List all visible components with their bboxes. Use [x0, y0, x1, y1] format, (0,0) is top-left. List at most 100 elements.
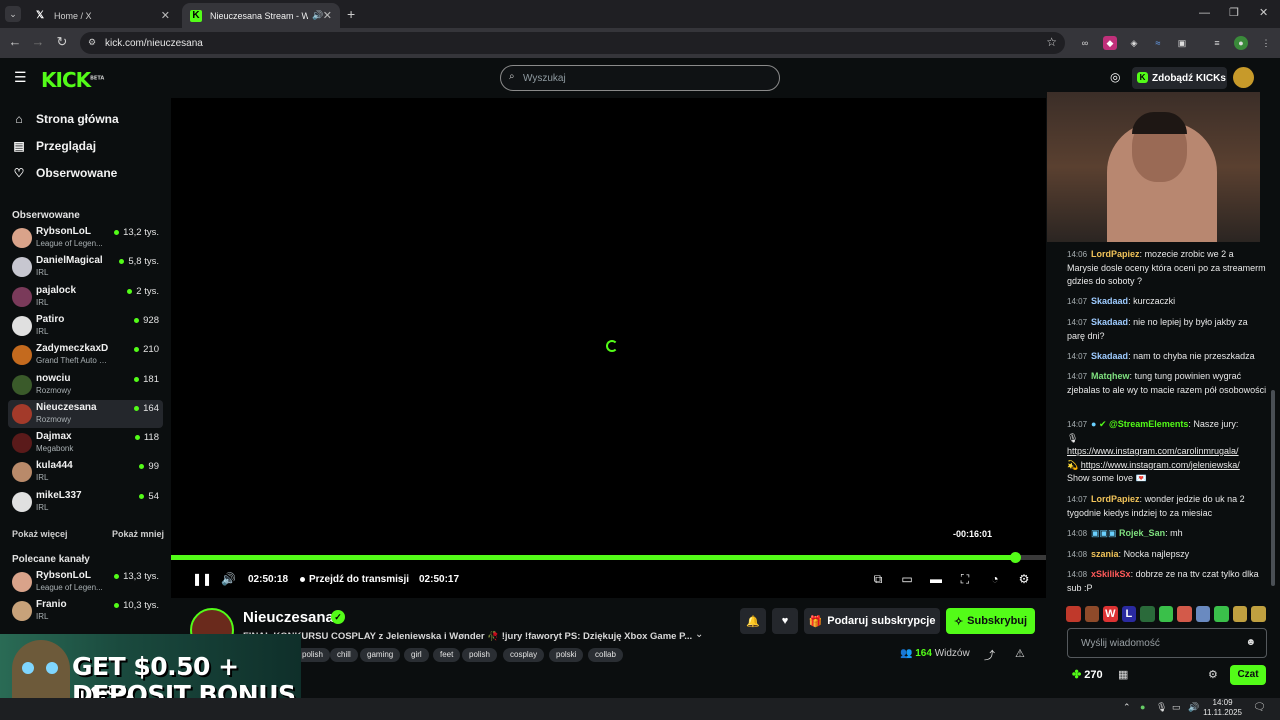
share-icon[interactable]: ⤴ [984, 647, 995, 663]
forward-icon[interactable]: → [30, 34, 46, 49]
sidebar-channel-mikel337[interactable]: mikeL337 IRL 54 [8, 488, 163, 516]
get-kicks-button[interactable]: K Zdobądź KICKs [1132, 67, 1227, 89]
profile-avatar-icon[interactable]: ● [1234, 36, 1248, 50]
stream-tag[interactable]: feet [433, 648, 461, 662]
stream-tag[interactable]: polski [549, 648, 584, 662]
emoji-picker-icon[interactable]: ☻ [1245, 637, 1256, 648]
subscribe-button[interactable]: ✧ Subskrybuj [946, 608, 1035, 634]
msg-user[interactable]: @StreamElements [1109, 419, 1188, 429]
sidebar-channel-franio[interactable]: Franio IRL 10,3 tys. [8, 597, 163, 625]
stream-tag[interactable]: gaming [360, 648, 401, 662]
microphone-icon[interactable]: 🎙 [1156, 702, 1167, 713]
emote-icon[interactable] [1140, 606, 1155, 622]
chat-scrollbar[interactable] [1271, 390, 1275, 586]
nav-home[interactable]: ⌂ Strona główna [12, 112, 118, 126]
emote-icon[interactable] [1177, 606, 1192, 622]
chat-bubble-icon[interactable]: ◎ [1110, 70, 1120, 84]
extensions-puzzle-icon[interactable]: ▣ [1175, 36, 1189, 50]
new-tab-button[interactable]: + [347, 6, 355, 22]
emote-icon[interactable]: L [1121, 606, 1137, 622]
store-icon[interactable]: ▦ [1118, 668, 1128, 681]
tray-chevron-icon[interactable]: ⌃ [1123, 702, 1131, 713]
emote-icon[interactable] [1251, 606, 1267, 622]
address-bar[interactable]: ⚙ kick.com/nieuczesana ☆ [80, 32, 1065, 54]
stream-tag[interactable]: polish [462, 648, 497, 662]
nav-browse[interactable]: ▤ Przeglądaj [12, 139, 96, 153]
gift-sub-button[interactable]: 🎁 Podaruj subskrypcje [804, 608, 940, 634]
chat-link[interactable]: https://www.instagram.com/jeleniewska/ [1081, 460, 1240, 470]
streamer-name[interactable]: Nieuczesana [243, 609, 334, 626]
reload-icon[interactable]: ↻ [54, 34, 70, 50]
close-window-button[interactable]: ✕ [1259, 6, 1268, 19]
emote-icon[interactable] [1232, 606, 1248, 622]
video-player[interactable]: -00:16:01 ❚❚ 🔊 02:50:18 Przejdź do trans… [171, 98, 1046, 598]
notifications-bell-button[interactable]: 🔔 [740, 608, 766, 634]
kick-logo[interactable]: KICKBETA [41, 68, 104, 92]
browser-tab-x[interactable]: 𝕏 Home / X ✕ [26, 3, 178, 28]
show-more-button[interactable]: Pokaż więcej [12, 529, 68, 539]
emote-icon[interactable] [1066, 606, 1081, 622]
msg-user[interactable]: LordPapiez [1091, 249, 1140, 259]
sidebar-channel-nieuczesana[interactable]: Nieuczesana Rozmowy 164 [8, 399, 163, 428]
seek-bar-handle[interactable] [1010, 552, 1022, 563]
search-input[interactable]: ⌕ Wyszukaj [500, 65, 780, 91]
sidebar-channel-rybsonlol[interactable]: RybsonLoL League of Legen... 13,2 tys. [8, 224, 163, 252]
expand-title-chevron-icon[interactable]: ⌄ [695, 629, 703, 640]
channel-points[interactable]: ✤ 270 [1072, 668, 1103, 681]
chat-settings-icon[interactable]: ⚙ [1208, 668, 1218, 681]
speed-icon[interactable]: ◔ [988, 572, 1002, 586]
notifications-icon[interactable]: 🗨 [1253, 702, 1266, 713]
seek-bar[interactable] [171, 552, 1046, 563]
mini-player-icon[interactable]: ⧉ [871, 572, 885, 586]
close-tab-icon[interactable]: ✕ [161, 9, 170, 22]
sidebar-channel-dajmax[interactable]: Dajmax Megabonk 118 [8, 429, 163, 457]
show-less-button[interactable]: Pokaż mniej [112, 529, 164, 539]
extension-wave-icon[interactable]: ≈ [1151, 36, 1165, 50]
fullscreen-icon[interactable]: ⛶ [958, 572, 972, 586]
follow-heart-button[interactable]: ♥ [772, 608, 798, 634]
stream-tag[interactable]: girl [404, 648, 429, 662]
network-icon[interactable]: ▭ [1172, 702, 1181, 713]
minimize-button[interactable]: — [1199, 7, 1210, 19]
bookmark-star-icon[interactable]: ☆ [1046, 35, 1057, 49]
sidebar-channel-nowciu[interactable]: nowciu Rozmowy 181 [8, 371, 163, 399]
stream-tag[interactable]: chill [330, 648, 358, 662]
chat-link[interactable]: https://www.instagram.com/carolinmrugala… [1067, 446, 1239, 456]
volume-icon[interactable]: 🔊 [221, 572, 236, 586]
clip-icon[interactable]: ▭ [900, 572, 914, 586]
stream-tag[interactable]: collab [588, 648, 623, 662]
sidebar-channel-kula444[interactable]: kula444 IRL 99 [8, 458, 163, 486]
sidebar-channel-rybsonlol[interactable]: RybsonLoL League of Legen... 13,3 tys. [8, 568, 163, 596]
emote-icon[interactable]: W [1103, 606, 1118, 622]
msg-user[interactable]: Skadaad [1091, 296, 1128, 306]
report-warning-icon[interactable]: ⚠ [1015, 647, 1025, 660]
jump-live-button[interactable]: Przejdź do transmisji [300, 574, 409, 585]
theater-mode-icon[interactable]: ▬ [929, 572, 943, 586]
msg-user[interactable]: Matqhew [1091, 371, 1130, 381]
system-clock[interactable]: 14:09 11.11.2025 [1203, 698, 1242, 718]
browser-menu-icon[interactable]: ⋮ [1259, 36, 1273, 50]
site-info-icon[interactable]: ⚙ [88, 37, 96, 48]
back-icon[interactable]: ← [7, 34, 23, 49]
volume-tray-icon[interactable]: 🔊 [1188, 702, 1199, 713]
restore-button[interactable]: ❐ [1229, 6, 1239, 19]
sidebar-channel-pajalock[interactable]: pajalock IRL 2 tys. [8, 283, 163, 311]
speaker-icon[interactable]: 🔊 [312, 10, 323, 21]
msg-user[interactable]: LordPapiez [1091, 494, 1140, 504]
extension-shield-icon[interactable]: ◆ [1103, 36, 1117, 50]
chat-message-input[interactable]: Wyślij wiadomość ☻ [1067, 628, 1267, 658]
msg-user[interactable]: xSkilikSx [1091, 569, 1131, 579]
user-avatar[interactable] [1233, 67, 1254, 88]
msg-user[interactable]: szania [1091, 549, 1119, 559]
msg-user[interactable]: Skadaad [1091, 317, 1128, 327]
emote-icon[interactable] [1084, 606, 1100, 622]
msg-user[interactable]: Skadaad [1091, 351, 1128, 361]
send-chat-button[interactable]: Czat [1230, 665, 1266, 685]
sidebar-channel-danielmagical[interactable]: DanielMagical IRL 5,8 tys. [8, 253, 163, 281]
sidebar-channel-zadymeczkaxd[interactable]: ZadymeczkaxDGrand Theft Auto V (G... 210 [8, 341, 163, 369]
reading-list-icon[interactable]: ≡ [1210, 36, 1224, 50]
stream-tag[interactable]: cosplay [503, 648, 545, 662]
tab-search-button[interactable]: ⌄ [5, 6, 21, 22]
msg-user[interactable]: Rojek_San [1119, 528, 1165, 538]
emote-icon[interactable] [1195, 606, 1211, 622]
